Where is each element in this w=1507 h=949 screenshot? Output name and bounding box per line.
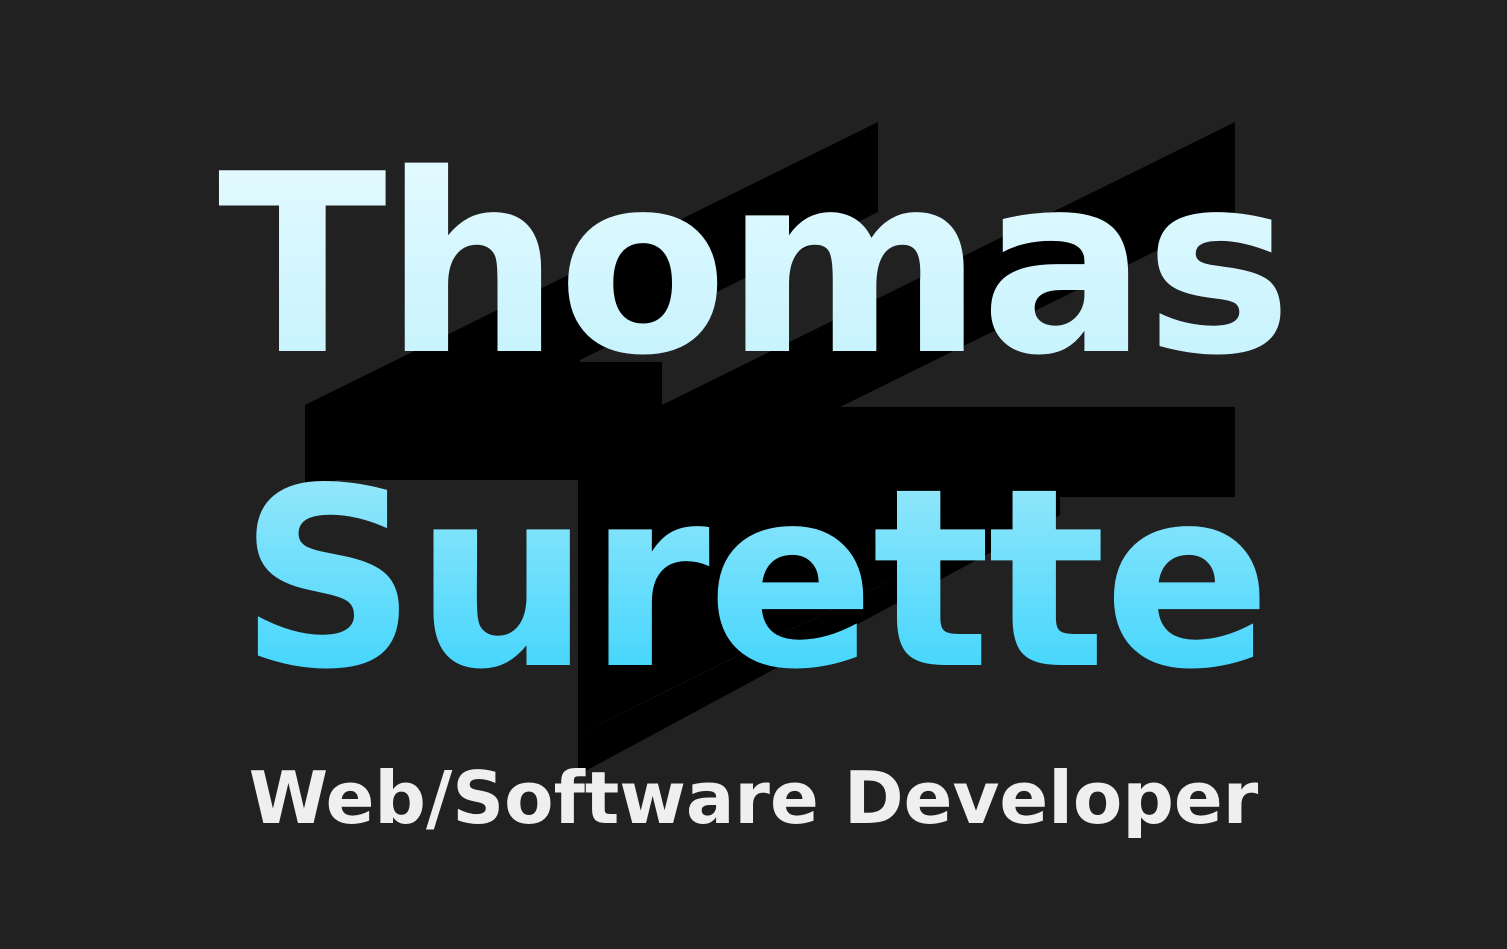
last-name-heading: Surette [0, 456, 1507, 704]
first-name-heading: Thomas [0, 142, 1507, 390]
hero-banner: Thomas Surette Web/Software Developer [0, 0, 1507, 949]
job-title-tagline: Web/Software Developer [248, 756, 1259, 840]
